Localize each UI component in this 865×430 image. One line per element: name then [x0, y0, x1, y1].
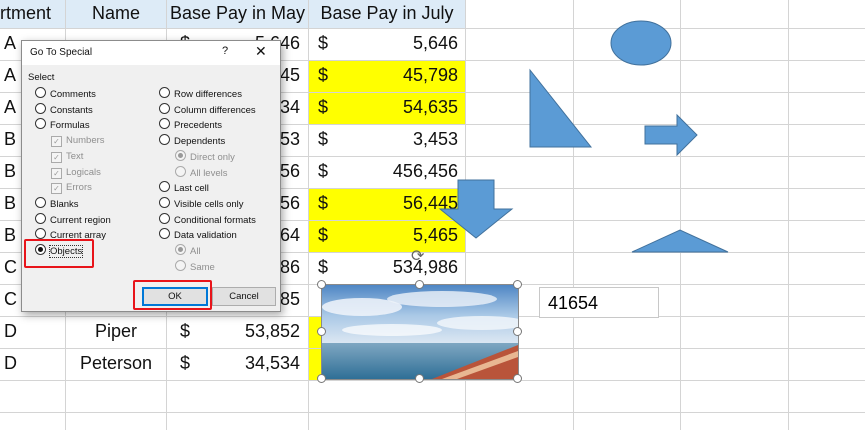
- radio-icon[interactable]: [159, 181, 170, 193]
- right-triangle-shape[interactable]: [529, 68, 593, 148]
- option-logicals: ✓ Logicals: [51, 166, 101, 180]
- option-label: Blanks: [50, 198, 79, 210]
- radio-icon: [175, 244, 186, 255]
- option-label: Comments: [50, 89, 96, 100]
- help-button[interactable]: ?: [222, 45, 228, 57]
- resize-handle-e[interactable]: [513, 327, 522, 336]
- resize-handle-se[interactable]: [513, 374, 522, 383]
- radio-icon: [175, 259, 186, 271]
- resize-handle-s[interactable]: [415, 374, 424, 383]
- radio-icon[interactable]: [35, 212, 46, 224]
- option-label: Last cell: [174, 183, 209, 195]
- resize-handle-ne[interactable]: [513, 280, 522, 289]
- option-label: All levels: [190, 167, 228, 179]
- checkbox-icon: ✓: [51, 136, 62, 148]
- resize-handle-n[interactable]: [415, 280, 424, 289]
- resize-handle-sw[interactable]: [317, 374, 326, 383]
- triangle-shape[interactable]: [631, 229, 729, 253]
- option-comments[interactable]: Comments: [35, 87, 96, 101]
- radio-icon[interactable]: [159, 87, 170, 98]
- landscape-picture[interactable]: [321, 284, 519, 380]
- option-label: Errors: [66, 182, 92, 194]
- option-dependents[interactable]: Dependents: [159, 134, 225, 148]
- radio-icon[interactable]: [159, 134, 170, 146]
- option-direct-only: Direct only: [175, 149, 235, 164]
- option-label: Visible cells only: [174, 198, 244, 210]
- select-group-label: Select: [28, 72, 55, 83]
- dialog-title: Go To Special: [30, 47, 93, 58]
- landscape-image: [322, 285, 518, 379]
- checkbox-icon: ✓: [51, 151, 62, 163]
- option-visible-cells-only[interactable]: Visible cells only: [159, 196, 244, 211]
- option-last-cell[interactable]: Last cell: [159, 181, 209, 195]
- radio-icon[interactable]: [159, 228, 170, 240]
- radio-icon[interactable]: [35, 118, 46, 130]
- rotate-handle-icon[interactable]: ⟳: [411, 246, 424, 266]
- option-precedents[interactable]: Precedents: [159, 118, 222, 132]
- resize-handle-nw[interactable]: [317, 280, 326, 289]
- objects-highlight-box: [24, 239, 94, 268]
- option-formulas[interactable]: Formulas: [35, 118, 90, 132]
- radio-icon[interactable]: [35, 196, 46, 208]
- option-row-differences[interactable]: Row differences: [159, 87, 242, 101]
- checkbox-icon: ✓: [51, 167, 62, 179]
- option-errors: ✓ Errors: [51, 181, 92, 195]
- option-label: Data validation: [174, 230, 237, 242]
- option-label: Constants: [50, 104, 93, 116]
- go-to-special-dialog: Go To Special ? ✕ Select OK Cancel Comme…: [21, 40, 281, 312]
- option-numbers: ✓ Numbers: [51, 134, 105, 148]
- option-all: All: [175, 244, 201, 258]
- close-icon[interactable]: ✕: [255, 43, 267, 60]
- text-box[interactable]: 41654: [539, 287, 659, 318]
- option-constants[interactable]: Constants: [35, 102, 93, 117]
- option-label: Conditional formats: [174, 214, 256, 226]
- radio-icon[interactable]: [35, 102, 46, 114]
- option-label: Same: [190, 261, 215, 273]
- option-blanks[interactable]: Blanks: [35, 196, 79, 211]
- down-arrow-shape[interactable]: [438, 179, 514, 239]
- radio-icon[interactable]: [159, 102, 170, 114]
- cancel-button[interactable]: Cancel: [212, 287, 276, 306]
- option-label: Formulas: [50, 120, 90, 132]
- option-label: Column differences: [174, 104, 256, 116]
- option-label: Row differences: [174, 89, 242, 100]
- radio-icon[interactable]: [35, 228, 46, 240]
- option-label: Logicals: [66, 166, 101, 178]
- checkbox-icon: ✓: [51, 183, 62, 195]
- radio-icon: [175, 149, 186, 161]
- ok-highlight-box: [133, 280, 212, 310]
- radio-icon[interactable]: [159, 196, 170, 208]
- option-conditional-formats[interactable]: Conditional formats: [159, 212, 256, 227]
- radio-icon[interactable]: [159, 118, 170, 130]
- resize-handle-w[interactable]: [317, 327, 326, 336]
- option-label: Current region: [50, 214, 111, 226]
- option-current-region[interactable]: Current region: [35, 212, 111, 227]
- right-arrow-shape[interactable]: [644, 113, 698, 157]
- option-label: Dependents: [174, 136, 226, 148]
- option-all-levels: All levels: [175, 165, 228, 180]
- dialog-title-bar: Go To Special ? ✕: [22, 41, 280, 65]
- option-text: ✓ Text: [51, 150, 83, 164]
- option-label: Direct only: [190, 151, 235, 163]
- radio-icon[interactable]: [159, 212, 170, 224]
- option-column-differences[interactable]: Column differences: [159, 102, 256, 117]
- option-label: Precedents: [174, 120, 223, 132]
- option-label: Numbers: [66, 135, 105, 147]
- option-data-validation[interactable]: Data validation: [159, 228, 237, 242]
- option-label: Text: [66, 150, 84, 162]
- radio-icon: [175, 165, 186, 177]
- option-label: All: [190, 246, 201, 257]
- oval-shape[interactable]: [610, 20, 672, 66]
- radio-icon[interactable]: [35, 87, 46, 98]
- option-same: Same: [175, 259, 215, 274]
